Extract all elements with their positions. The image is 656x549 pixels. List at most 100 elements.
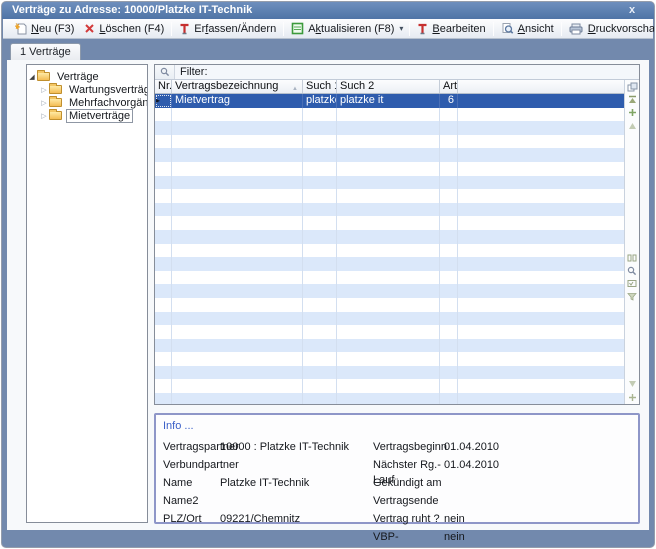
info-panel: Info ... Vertragspartner10000 : Platzke … — [154, 413, 640, 524]
columns-icon[interactable] — [627, 252, 638, 263]
grid-row[interactable] — [155, 379, 624, 393]
auto-filter-icon[interactable] — [627, 278, 638, 289]
grid-row[interactable] — [155, 366, 624, 380]
grid-cell — [303, 366, 337, 380]
grid-cell — [458, 325, 624, 339]
search-icon[interactable] — [155, 65, 175, 79]
erfassen-ändern-button[interactable]: Erfassen/Ändern — [174, 22, 281, 36]
grid-cell — [337, 216, 440, 230]
expand-arrow-icon[interactable]: ▷ — [39, 112, 49, 120]
close-icon[interactable]: x — [624, 3, 640, 17]
grid-row[interactable] — [155, 216, 624, 230]
grid-row[interactable] — [155, 271, 624, 285]
info-field-label: Vertrag ruht ? — [373, 512, 444, 530]
grid-cell — [440, 379, 458, 393]
grid-cell — [155, 298, 172, 312]
expand-arrow-icon[interactable]: ▷ — [39, 86, 49, 94]
grid-cell: 6 — [440, 94, 458, 108]
grid-cell — [172, 312, 303, 326]
grid-cell — [172, 325, 303, 339]
grid-row[interactable] — [155, 244, 624, 258]
column-header-empty[interactable] — [458, 80, 624, 93]
contracts-grid: Filter: Nr...Vertragsbezeichnung▲Such 1S… — [154, 64, 640, 405]
refresh-grid-icon — [291, 22, 304, 35]
tree-item-mietverträge[interactable]: ▷Mietverträge — [27, 109, 147, 122]
toolbar-separator — [561, 22, 562, 36]
grid-row[interactable] — [155, 162, 624, 176]
grid-cell — [172, 393, 303, 404]
filter-field[interactable]: Filter: — [175, 65, 639, 79]
grid-cell — [458, 203, 624, 217]
grid-row[interactable] — [155, 176, 624, 190]
grid-row[interactable] — [155, 339, 624, 353]
grid-cell — [440, 339, 458, 353]
column-header-art[interactable]: Art — [440, 80, 458, 93]
info-field-value: 01.04.2010 — [444, 440, 499, 458]
sort-asc-icon: ▲ — [292, 83, 298, 93]
druckvorschau-button[interactable]: Druckvorschau — [564, 22, 655, 36]
tree-item-verträge[interactable]: ◢Verträge — [27, 70, 147, 83]
folder-icon — [49, 111, 62, 120]
column-header-nr-[interactable]: Nr... — [155, 80, 172, 93]
search-icon[interactable] — [627, 265, 638, 276]
grid-cell — [458, 94, 624, 108]
grid-row[interactable] — [155, 393, 624, 404]
grid-cell — [337, 230, 440, 244]
grid-row[interactable] — [155, 298, 624, 312]
column-header-such-1[interactable]: Such 1 — [303, 80, 337, 93]
chevron-down-icon[interactable]: ▾ — [399, 24, 407, 33]
info-field-vertragsbeginn: Vertragsbeginn01.04.2010 — [373, 440, 499, 458]
ansicht-button[interactable]: Ansicht — [496, 21, 559, 36]
grid-row[interactable] — [155, 121, 624, 135]
tree-item-wartungsverträge[interactable]: ▷Wartungsverträge — [27, 83, 147, 96]
grid-side-toolbar — [624, 80, 639, 404]
grid-row[interactable] — [155, 108, 624, 122]
column-header-vertragsbezeichnung[interactable]: Vertragsbezeichnung▲ — [172, 80, 303, 93]
grid-cell — [172, 298, 303, 312]
collapse-arrow-icon[interactable]: ◢ — [27, 73, 37, 81]
grid-row[interactable] — [155, 203, 624, 217]
grid-row[interactable] — [155, 230, 624, 244]
column-header-such-2[interactable]: Such 2 — [337, 80, 440, 93]
tree-item-mehrfachvorgänge[interactable]: ▷Mehrfachvorgänge — [27, 96, 147, 109]
scroll-top-icon[interactable] — [627, 94, 638, 105]
info-field-label: PLZ/Ort — [163, 512, 220, 530]
grid-cell — [440, 148, 458, 162]
grid-cell — [337, 325, 440, 339]
grid-row[interactable] — [155, 135, 624, 149]
grid-cell — [155, 339, 172, 353]
grid-cell — [337, 148, 440, 162]
info-field-value: : — [220, 458, 223, 476]
page-up-icon[interactable] — [627, 120, 638, 131]
grid-cell — [440, 312, 458, 326]
grid-cell — [440, 366, 458, 380]
neu-f3-button[interactable]: Neu (F3) — [9, 21, 79, 36]
column-chooser-icon[interactable] — [627, 81, 638, 92]
add-row-icon[interactable] — [627, 392, 638, 403]
grid-row[interactable] — [155, 312, 624, 326]
grid-cell — [337, 244, 440, 258]
bearbeiten-button[interactable]: Bearbeiten — [412, 22, 490, 36]
grid-row[interactable] — [155, 284, 624, 298]
toolbar-button-label: Ansicht — [518, 23, 554, 35]
row-insert-icon[interactable] — [627, 107, 638, 118]
window-title: Verträge zu Adresse: 10000/Platzke IT-Te… — [12, 4, 252, 16]
grid-cell — [172, 379, 303, 393]
expand-arrow-icon[interactable]: ▷ — [39, 99, 49, 107]
grid-row-selected[interactable]: ▸Mietvertragplatzke itplatzke it6 — [155, 94, 624, 108]
tab-vertraege[interactable]: 1 Verträge — [10, 43, 81, 60]
grid-row[interactable] — [155, 148, 624, 162]
grid-cell — [172, 162, 303, 176]
aktualisieren-f8-button[interactable]: Aktualisieren (F8) — [286, 21, 399, 36]
info-field-label: Name — [163, 476, 220, 494]
grid-cell — [155, 203, 172, 217]
grid-row[interactable] — [155, 352, 624, 366]
info-field-plz-ort: PLZ/Ort09221/Chemnitz — [163, 512, 349, 530]
grid-row[interactable] — [155, 189, 624, 203]
grid-cell — [303, 230, 337, 244]
löschen-f4-button[interactable]: Löschen (F4) — [79, 22, 169, 36]
grid-row[interactable] — [155, 325, 624, 339]
grid-row[interactable] — [155, 257, 624, 271]
page-down-icon[interactable] — [627, 379, 638, 390]
filter-funnel-icon[interactable] — [627, 291, 638, 302]
